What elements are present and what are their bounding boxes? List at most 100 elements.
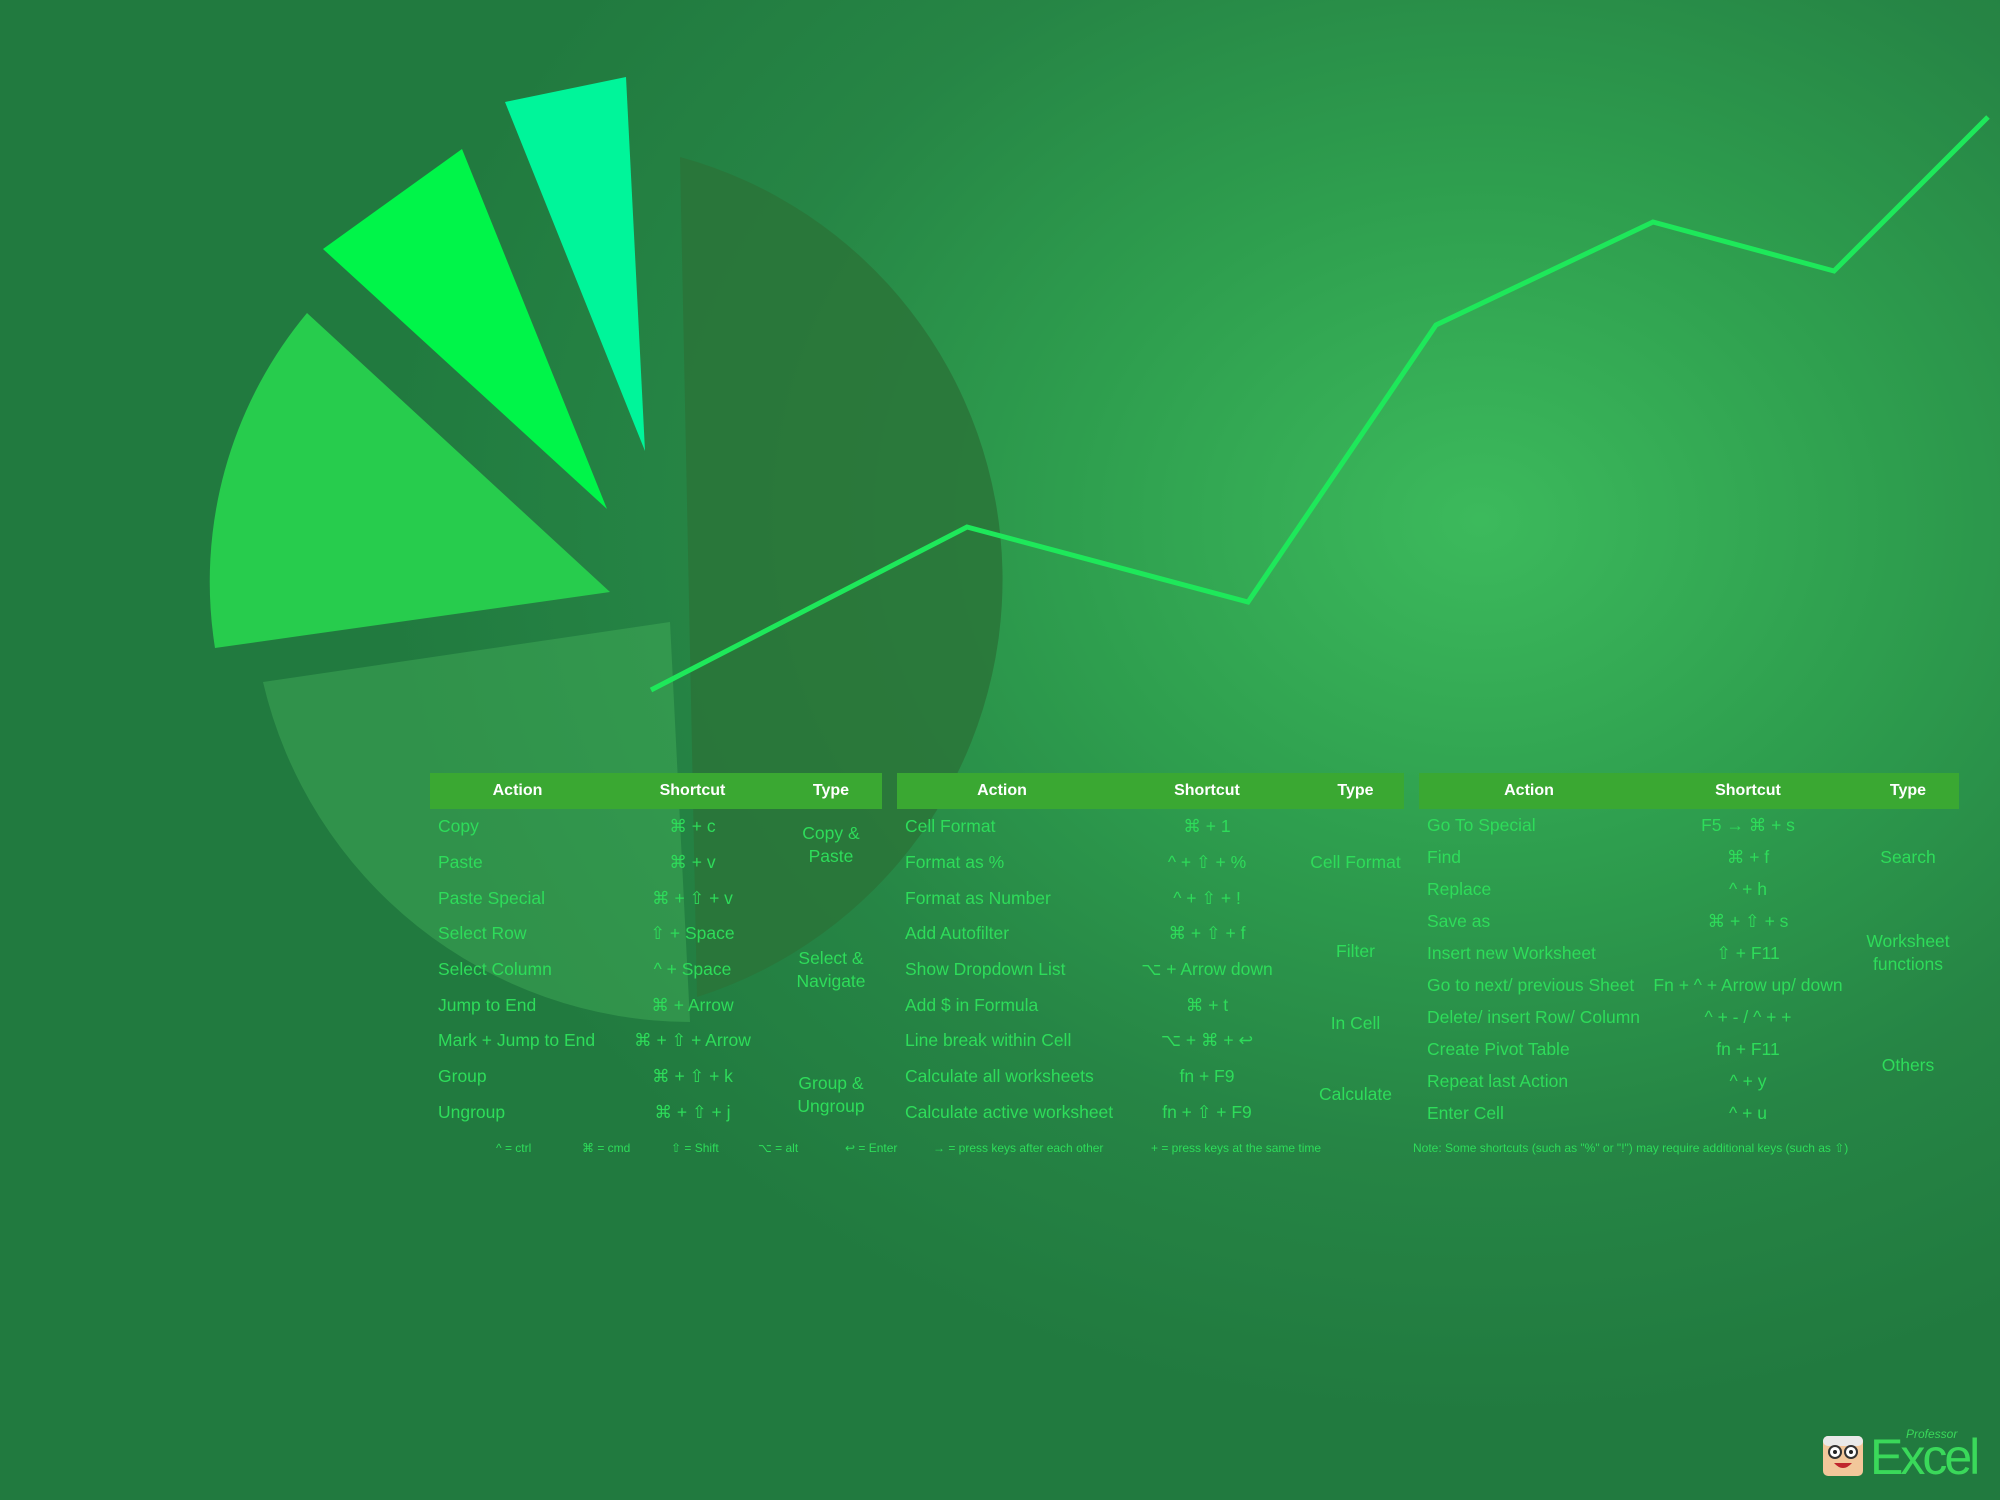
table-row: Save as ⌘ + ⇧ + s Worksheet functions (1419, 905, 1959, 975)
table-row: Go To Special F5 → ⌘ + s Search (1419, 809, 1959, 867)
action-cell: Insert new Worksheet (1427, 942, 1596, 963)
action-cell: Add $ in Formula (905, 994, 1039, 1015)
shortcut-cell: ^ + - / ^ + + (1704, 1007, 1792, 1028)
shortcut-cell: ⌘ + ⇧ + f (1168, 923, 1246, 944)
table-header-row: Action Shortcut Type (430, 773, 882, 809)
shortcut-cell: ^ + ⇧ + % (1167, 852, 1247, 873)
action-cell: Enter Cell (1427, 1103, 1504, 1124)
table-row: Calculate all worksheets fn + F9 Calcula… (897, 1059, 1404, 1104)
action-cell: Jump to End (438, 994, 537, 1015)
type-cell: Filter (1336, 941, 1375, 962)
action-cell: Repeat last Action (1427, 1071, 1569, 1092)
action-cell: Copy (438, 816, 479, 837)
shortcut-cell: ⌘ + ⇧ + k (652, 1066, 733, 1087)
table-header-row: Action Shortcut Type (897, 773, 1404, 809)
shortcut-cell: ⌘ + ⇧ + Arrow (634, 1030, 751, 1051)
table-row: Select Row ⇧ + Space Select & Navigate (430, 916, 882, 990)
professor-excel-logo: Excel Professor (1820, 1427, 1980, 1485)
footnote: Note: Some shortcuts (such as "%" or "!"… (1413, 1141, 1849, 1155)
col-header-action: Action (1419, 773, 1639, 809)
table-row: Copy ⌘ + c Copy & Paste (430, 809, 882, 865)
col-header-shortcut: Shortcut (605, 773, 780, 809)
action-cell: Format as Number (905, 887, 1051, 908)
type-cell-empty (780, 1023, 882, 1059)
action-cell: Show Dropdown List (905, 959, 1066, 980)
shortcut-cell: fn + F9 (1179, 1066, 1235, 1087)
shortcut-cell: ^ + Space (653, 959, 732, 980)
table-row: Group ⌘ + ⇧ + k Group & Ungroup (430, 1059, 882, 1115)
shortcut-cell: ⌘ + c (669, 816, 716, 837)
action-cell: Calculate all worksheets (905, 1066, 1094, 1087)
action-cell: Paste (438, 852, 483, 873)
action-cell: Find (1427, 846, 1462, 867)
action-cell: Format as % (905, 852, 1005, 873)
table-row: Paste Special ⌘ + ⇧ + v (430, 880, 882, 916)
type-cell-empty (780, 880, 882, 916)
action-cell: Add Autofilter (905, 923, 1010, 944)
action-cell: Calculate active worksheet (905, 1101, 1114, 1122)
action-cell: Replace (1427, 878, 1492, 899)
type-cell: Cell Format (1310, 852, 1401, 873)
shortcut-cell: ⌘ + 1 (1183, 816, 1231, 837)
shortcut-cell: ^ + y (1729, 1071, 1767, 1092)
action-cell: Select Row (438, 923, 527, 944)
table-row: Mark + Jump to End ⌘ + ⇧ + Arrow (430, 1023, 882, 1059)
type-cell: Select & Navigate (796, 947, 866, 991)
type-cell: Group & Ungroup (797, 1072, 865, 1116)
shortcut-cell: ^ + h (1729, 878, 1767, 899)
shortcut-cell: Fn + ^ + Arrow up/ down (1653, 975, 1843, 996)
shortcut-table-search-worksheet-others: Action Shortcut Type Go To Special F5 → … (1419, 773, 1959, 1130)
type-cell: Search (1880, 846, 1936, 867)
shortcut-cell: ⌘ + Arrow (651, 994, 734, 1015)
logo-subtitle: Professor (1906, 1427, 1958, 1441)
legend-ctrl: ^ = ctrl (496, 1141, 532, 1155)
table-row: Add $ in Formula ⌘ + t In Cell (897, 987, 1404, 1033)
legend-cmd: ⌘ = cmd (582, 1141, 631, 1155)
legend-enter: ↩ = Enter (845, 1141, 898, 1155)
col-header-type: Type (1857, 773, 1959, 809)
table-header-row: Action Shortcut Type (1419, 773, 1959, 809)
professor-face-icon (1823, 1436, 1863, 1476)
action-cell: Save as (1427, 910, 1491, 931)
action-cell: Paste Special (438, 887, 546, 908)
background-chart-illustration (209, 77, 1990, 1022)
col-header-type: Type (780, 773, 882, 809)
type-cell: Calculate (1319, 1084, 1392, 1104)
shortcut-cell: ⇧ + F11 (1716, 942, 1780, 963)
type-cell: Worksheet functions (1866, 931, 1950, 975)
legend-alt: ⌥ = alt (758, 1141, 799, 1155)
shortcut-cell: F5 → ⌘ + s (1701, 814, 1795, 835)
action-cell: Group (438, 1066, 487, 1087)
shortcut-cell: ^ + u (1729, 1103, 1767, 1124)
type-cell: Others (1881, 1055, 1935, 1076)
col-header-action: Action (430, 773, 605, 809)
action-cell: Mark + Jump to End (438, 1030, 596, 1051)
action-cell: Line break within Cell (905, 1030, 1072, 1051)
legend-simultaneous: + = press keys at the same time (1151, 1141, 1322, 1155)
col-header-shortcut: Shortcut (1639, 773, 1857, 809)
shortcut-cell: ⌘ + v (669, 852, 716, 873)
legend-sequence: → = press keys after each other (933, 1141, 1104, 1155)
shortcut-table-copy-select-group: Action Shortcut Type Copy ⌘ + c Copy & P… (430, 773, 882, 1130)
action-cell: Cell Format (905, 816, 996, 837)
pie-slice-green (209, 313, 610, 648)
col-header-type: Type (1307, 773, 1404, 809)
col-header-action: Action (897, 773, 1107, 809)
table-row: Delete/ insert Row/ Column ^ + - / ^ + +… (1419, 1002, 1959, 1075)
shortcut-cell: ⌥ + ⌘ + ↩ (1160, 1030, 1254, 1051)
shortcut-cell: ⌘ + ⇧ + s (1707, 910, 1789, 931)
shortcut-cell: ⌘ + ⇧ + j (654, 1101, 731, 1122)
type-cell: Copy & Paste (802, 822, 860, 866)
col-header-shortcut: Shortcut (1107, 773, 1307, 809)
shortcut-cell: ⌘ + f (1726, 846, 1770, 867)
table-row: Cell Format ⌘ + 1 Cell Format (897, 809, 1404, 872)
type-cell: In Cell (1330, 1012, 1381, 1033)
shortcut-cell: ⌥ + Arrow down (1141, 959, 1273, 980)
shortcut-cell: ⌘ + t (1185, 994, 1229, 1015)
legend-shift: ⇧ = Shift (671, 1141, 719, 1155)
action-cell: Go To Special (1427, 814, 1536, 835)
action-cell: Go to next/ previous Sheet (1427, 975, 1635, 996)
table-row: Add Autofilter ⌘ + ⇧ + f Filter (897, 916, 1404, 961)
shortcut-table-format-filter-calc: Action Shortcut Type Cell Format ⌘ + 1 C… (897, 773, 1404, 1130)
action-cell: Create Pivot Table (1427, 1039, 1570, 1060)
